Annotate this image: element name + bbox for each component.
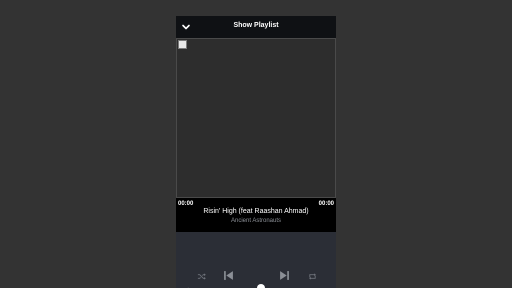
previous-button[interactable] — [221, 268, 235, 282]
music-player: Show Playlist 00:00 00:00 Risin' High (f… — [176, 16, 336, 288]
shuffle-button[interactable] — [194, 269, 208, 283]
track-title: Risin' High (feat Raashan Ahmad) — [203, 208, 309, 215]
track-info: 00:00 00:00 Risin' High (feat Raashan Ah… — [176, 198, 336, 232]
album-art — [176, 38, 336, 198]
player-header: Show Playlist — [176, 16, 336, 38]
seek-slider-handle[interactable] — [257, 284, 265, 288]
repeat-icon — [308, 272, 316, 280]
broken-image-icon — [178, 40, 187, 49]
repeat-button[interactable] — [305, 269, 319, 283]
artist-name: Ancient Astronauts — [230, 218, 282, 224]
total-duration: 00:00 — [318, 201, 334, 207]
show-playlist-button[interactable]: Show Playlist — [176, 22, 336, 29]
shuffle-icon — [197, 272, 206, 280]
previous-icon — [223, 270, 233, 280]
playback-controls — [176, 232, 336, 288]
next-button[interactable] — [277, 268, 291, 282]
volume-button[interactable] — [181, 284, 193, 288]
elapsed-time: 00:00 — [178, 201, 194, 207]
next-icon — [279, 270, 289, 280]
